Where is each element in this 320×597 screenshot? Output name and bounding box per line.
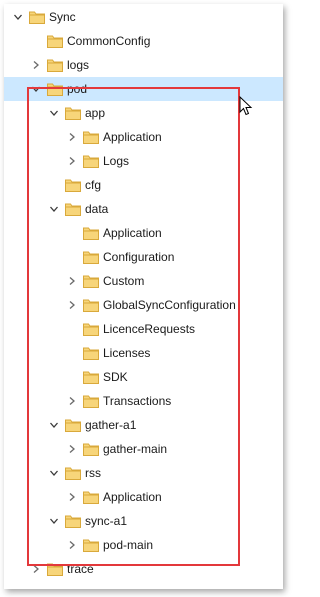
tree-item-application[interactable]: Application [4, 221, 283, 245]
tree-item-label: Application [103, 226, 162, 240]
tree-item-sync[interactable]: Sync [4, 5, 283, 29]
chevron-down-icon[interactable] [48, 467, 60, 479]
tree-item-label: gather-a1 [85, 418, 137, 432]
folder-icon [65, 202, 81, 216]
folder-icon [47, 58, 63, 72]
tree-item-label: LicenceRequests [103, 322, 196, 336]
folder-icon [83, 250, 99, 264]
chevron-right-icon[interactable] [66, 299, 78, 311]
chevron-right-icon[interactable] [66, 443, 78, 455]
folder-icon [65, 106, 81, 120]
tree-item-label: logs [67, 58, 90, 72]
tree-item-application[interactable]: Application [4, 485, 283, 509]
tree-item-label: Application [103, 130, 162, 144]
tree-item-label: Custom [103, 274, 145, 288]
mouse-cursor-icon [239, 96, 253, 116]
tree-item-cfg[interactable]: cfg [4, 173, 283, 197]
folder-icon [65, 418, 81, 432]
tree-item-logs[interactable]: Logs [4, 149, 283, 173]
tree-item-label: pod [67, 82, 88, 96]
tree-item-pod-main[interactable]: pod-main [4, 533, 283, 557]
chevron-right-icon[interactable] [30, 59, 42, 71]
tree-item-custom[interactable]: Custom [4, 269, 283, 293]
folder-icon [83, 154, 99, 168]
folder-icon [83, 298, 99, 312]
folder-icon [47, 82, 63, 96]
tree-item-label: app [85, 106, 106, 120]
tree-item-label: sync-a1 [85, 514, 128, 528]
folder-icon [83, 442, 99, 456]
tree-item-commonconfig[interactable]: CommonConfig [4, 29, 283, 53]
tree-item-label: cfg [85, 178, 102, 192]
tree-item-transactions[interactable]: Transactions [4, 389, 283, 413]
tree-item-data[interactable]: data [4, 197, 283, 221]
folder-icon [83, 226, 99, 240]
chevron-right-icon[interactable] [66, 155, 78, 167]
tree-item-label: Licenses [103, 346, 151, 360]
tree-item-gather-a1[interactable]: gather-a1 [4, 413, 283, 437]
folder-icon [29, 10, 45, 24]
tree-item-label: Application [103, 490, 162, 504]
tree-item-label: SDK [103, 370, 128, 384]
chevron-right-icon[interactable] [66, 491, 78, 503]
folder-icon [65, 466, 81, 480]
tree-item-label: Configuration [103, 250, 175, 264]
tree-item-label: Transactions [103, 394, 172, 408]
chevron-down-icon[interactable] [30, 83, 42, 95]
tree-item-licenses[interactable]: Licenses [4, 341, 283, 365]
chevron-right-icon[interactable] [30, 563, 42, 575]
chevron-down-icon[interactable] [48, 419, 60, 431]
tree-item-licencerequests[interactable]: LicenceRequests [4, 317, 283, 341]
tree-item-rss[interactable]: rss [4, 461, 283, 485]
folder-icon [83, 322, 99, 336]
tree-item-logs[interactable]: logs [4, 53, 283, 77]
tree-item-gather-main[interactable]: gather-main [4, 437, 283, 461]
tree-item-sdk[interactable]: SDK [4, 365, 283, 389]
tree-item-label: gather-main [103, 442, 168, 456]
tree-item-label: Logs [103, 154, 130, 168]
chevron-down-icon[interactable] [48, 107, 60, 119]
tree-item-globalsyncconfiguration[interactable]: GlobalSyncConfiguration [4, 293, 283, 317]
folder-icon [47, 562, 63, 576]
folder-icon [65, 514, 81, 528]
chevron-right-icon[interactable] [66, 395, 78, 407]
tree-item-label: data [85, 202, 109, 216]
chevron-down-icon[interactable] [48, 515, 60, 527]
tree-item-sync-a1[interactable]: sync-a1 [4, 509, 283, 533]
tree-item-label: Sync [49, 10, 76, 24]
chevron-down-icon[interactable] [48, 203, 60, 215]
chevron-right-icon[interactable] [66, 539, 78, 551]
tree-item-application[interactable]: Application [4, 125, 283, 149]
folder-icon [83, 274, 99, 288]
folder-icon [83, 370, 99, 384]
chevron-right-icon[interactable] [66, 131, 78, 143]
tree-item-label: rss [85, 466, 101, 480]
folder-icon [65, 178, 81, 192]
folder-icon [83, 130, 99, 144]
tree-item-configuration[interactable]: Configuration [4, 245, 283, 269]
folder-icon [83, 346, 99, 360]
chevron-down-icon[interactable] [12, 11, 24, 23]
tree-item-label: pod-main [103, 538, 154, 552]
chevron-right-icon[interactable] [66, 275, 78, 287]
tree-item-trace[interactable]: trace [4, 557, 283, 581]
folder-icon [47, 34, 63, 48]
folder-icon [83, 538, 99, 552]
tree-item-label: CommonConfig [67, 34, 151, 48]
tree-item-label: trace [67, 562, 94, 576]
folder-icon [83, 394, 99, 408]
tree-item-label: GlobalSyncConfiguration [103, 298, 236, 312]
folder-tree-panel: Sync CommonConfig logs pod app Application Log… [4, 4, 283, 589]
folder-icon [83, 490, 99, 504]
